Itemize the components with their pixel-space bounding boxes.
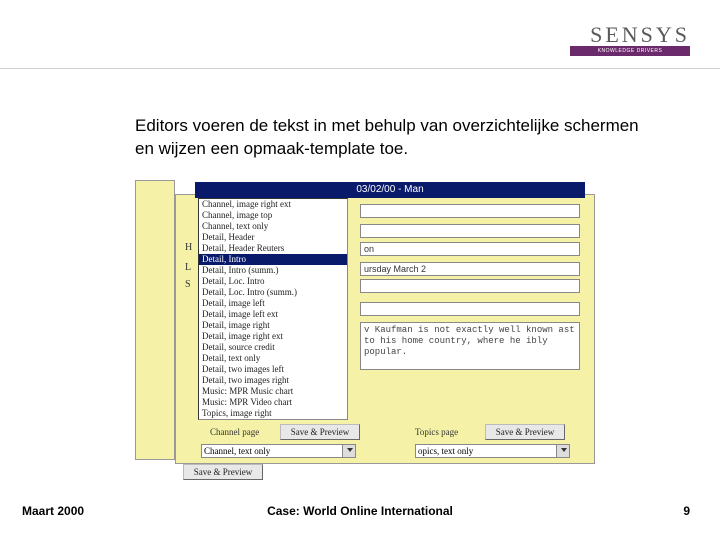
template-option[interactable]: Channel, image top bbox=[199, 210, 347, 221]
save-preview-button-3[interactable]: Save & Preview bbox=[183, 464, 263, 480]
save-preview-button-1[interactable]: Save & Preview bbox=[280, 424, 360, 440]
template-option[interactable]: Detail, image left bbox=[199, 298, 347, 309]
chevron-down-icon bbox=[347, 448, 353, 452]
template-option[interactable]: Detail, source credit bbox=[199, 342, 347, 353]
label-l: L bbox=[185, 262, 191, 273]
brand-logo: SENSYS KNOWLEDGE DRIVERS bbox=[570, 22, 690, 56]
template-option[interactable]: Detail, Loc. Intro bbox=[199, 276, 347, 287]
window-titlebar: 03/02/00 - Man bbox=[195, 182, 585, 198]
screenshot-stage: 03/02/00 - Man H on L ursday March 2 S v… bbox=[135, 172, 605, 478]
header-divider bbox=[0, 68, 720, 69]
body-textarea[interactable]: v Kaufman is not exactly well known ast … bbox=[360, 322, 580, 370]
topics-template-value: opics, text only bbox=[418, 446, 473, 456]
field-date[interactable]: ursday March 2 bbox=[360, 262, 580, 276]
template-option[interactable]: Topics, image right bbox=[199, 408, 347, 419]
topics-template-select[interactable]: opics, text only bbox=[415, 444, 570, 458]
field-row-2[interactable] bbox=[360, 224, 580, 238]
template-option[interactable]: Music: MPR Video chart bbox=[199, 397, 347, 408]
footer-title: Case: World Online International bbox=[0, 504, 720, 518]
label-h: H bbox=[185, 242, 192, 253]
field-subject[interactable] bbox=[360, 279, 580, 293]
field-header[interactable]: on bbox=[360, 242, 580, 256]
save-preview-button-2[interactable]: Save & Preview bbox=[485, 424, 565, 440]
page-number: 9 bbox=[683, 504, 690, 518]
template-option[interactable]: Detail, Header bbox=[199, 232, 347, 243]
template-listbox[interactable]: Channel, image right extChannel, image t… bbox=[198, 198, 348, 420]
field-row-6[interactable] bbox=[360, 302, 580, 316]
template-option[interactable]: Detail, Loc. Intro (summ.) bbox=[199, 287, 347, 298]
channel-template-value: Channel, text only bbox=[204, 446, 270, 456]
template-option[interactable]: Detail, image left ext bbox=[199, 309, 347, 320]
logo-text: SENSYS bbox=[570, 22, 690, 48]
chevron-down-icon bbox=[561, 448, 567, 452]
template-option[interactable]: Music: MPR Music chart bbox=[199, 386, 347, 397]
slide-headline: Editors voeren de tekst in met behulp va… bbox=[135, 115, 660, 161]
template-option[interactable]: Detail, text only bbox=[199, 353, 347, 364]
topics-page-label: Topics page bbox=[415, 427, 458, 437]
channel-template-select[interactable]: Channel, text only bbox=[201, 444, 356, 458]
field-row-1[interactable] bbox=[360, 204, 580, 218]
template-option[interactable]: Detail, image right ext bbox=[199, 331, 347, 342]
template-option[interactable]: Detail, Header Reuters bbox=[199, 243, 347, 254]
template-option[interactable]: Channel, text only bbox=[199, 221, 347, 232]
background-window-left bbox=[135, 180, 175, 460]
template-option[interactable]: Detail, Intro bbox=[199, 254, 347, 265]
channel-page-label: Channel page bbox=[210, 427, 259, 437]
template-option[interactable]: Detail, two images left bbox=[199, 364, 347, 375]
label-s: S bbox=[185, 279, 191, 290]
template-option[interactable]: Detail, image right bbox=[199, 320, 347, 331]
template-option[interactable]: Detail, two images right bbox=[199, 375, 347, 386]
template-option[interactable]: Channel, image right ext bbox=[199, 199, 347, 210]
template-option[interactable]: Detail, Intro (summ.) bbox=[199, 265, 347, 276]
